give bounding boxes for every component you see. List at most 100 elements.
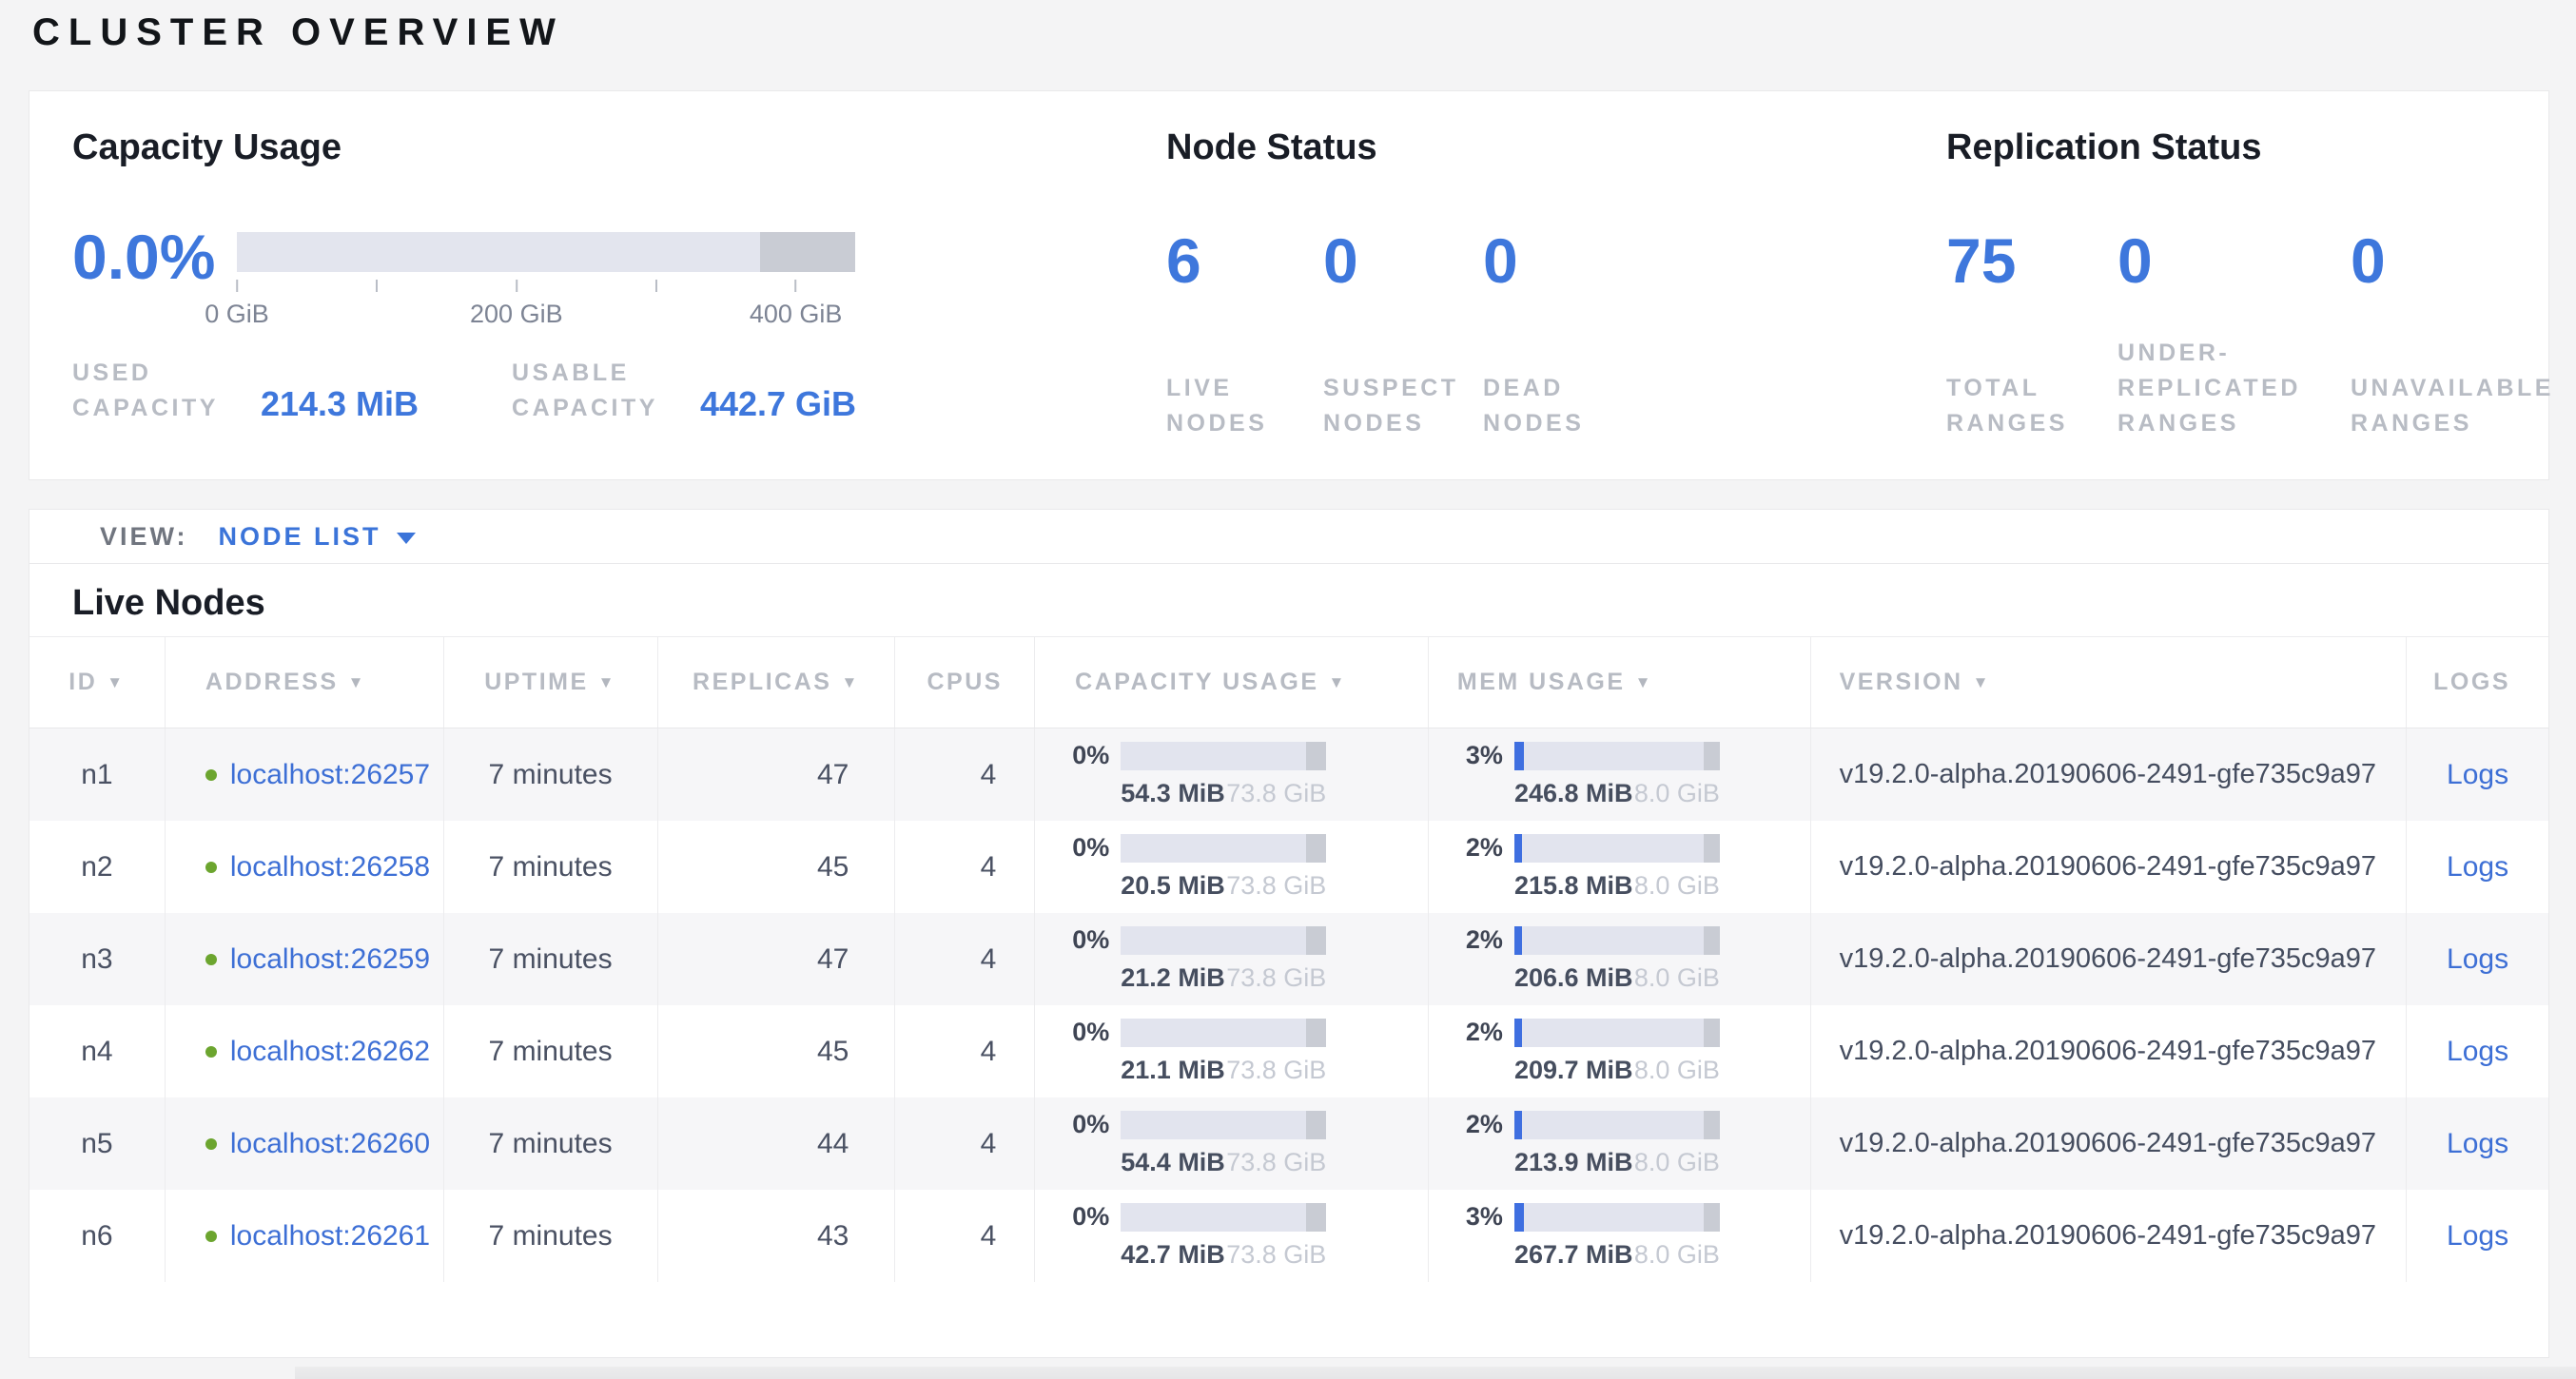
node-logs-cell: Logs: [2407, 728, 2548, 821]
capacity-bar-track: [237, 232, 855, 272]
node-uptime-cell: 7 minutes: [444, 1005, 658, 1097]
node-logs-cell: Logs: [2407, 1005, 2548, 1097]
mem-usage-bar: 3% 246.8 MiB 8.0 GiB: [1429, 741, 1810, 808]
node-capacity-usage-cell: 0% 54.4 MiB 73.8 GiB: [1035, 1097, 1429, 1190]
used-capacity-label: USED CAPACITY: [72, 356, 219, 426]
table-row: n3 localhost:26259 7 minutes 47 4 0% 21.…: [29, 913, 2548, 1005]
mem-usage-bar: 2% 213.9 MiB 8.0 GiB: [1429, 1110, 1810, 1177]
node-id-cell: n4: [29, 1005, 166, 1097]
capacity-usage-section: Capacity Usage 0.0% 0 GiB200 GiB400 GiB …: [72, 91, 1138, 479]
node-replicas-cell: 44: [658, 1097, 896, 1190]
axis-tick: 0 GiB: [205, 280, 269, 329]
column-header-cpus: CPUS: [895, 637, 1035, 728]
node-uptime-cell: 7 minutes: [444, 728, 658, 821]
node-live-dot-icon: [205, 862, 217, 873]
sort-arrow-icon: ▼: [1973, 673, 1991, 692]
node-address-cell: localhost:26257: [166, 728, 444, 821]
logs-link[interactable]: Logs: [2447, 1036, 2508, 1068]
mem-bar-track: [1514, 1111, 1720, 1139]
node-capacity-usage-cell: 0% 54.3 MiB 73.8 GiB: [1035, 728, 1429, 821]
node-replicas-cell: 47: [658, 913, 896, 1005]
node-uptime-cell: 7 minutes: [444, 913, 658, 1005]
column-header-id[interactable]: ID▼: [29, 637, 166, 728]
capacity-usage-bar: 0% 42.7 MiB 73.8 GiB: [1035, 1202, 1428, 1270]
node-id-cell: n6: [29, 1190, 166, 1282]
sort-arrow-icon: ▼: [107, 673, 125, 692]
node-address-cell: localhost:26262: [166, 1005, 444, 1097]
axis-tick-mark: [376, 280, 378, 292]
node-version-cell: v19.2.0-alpha.20190606-2491-gfe735c9a97: [1811, 1005, 2408, 1097]
node-mem-usage-cell: 2% 213.9 MiB 8.0 GiB: [1429, 1097, 1811, 1190]
live-nodes-table: ID▼ ADDRESS▼ UPTIME▼ REPLICAS▼ CPUS CAPA…: [29, 636, 2548, 1282]
node-address-link[interactable]: localhost:26262: [230, 1036, 430, 1068]
capacity-axis: 0 GiB200 GiB400 GiB: [237, 272, 855, 329]
under-replicated-ranges-label: UNDER- REPLICATED RANGES: [2117, 336, 2351, 441]
logs-link[interactable]: Logs: [2447, 1220, 2508, 1253]
column-header-label: CPUS: [927, 669, 1003, 696]
capacity-bar-track: [1121, 1111, 1326, 1139]
node-address-link[interactable]: localhost:26260: [230, 1128, 430, 1160]
node-address-link[interactable]: localhost:26261: [230, 1220, 430, 1253]
mem-usage-bar: 2% 215.8 MiB 8.0 GiB: [1429, 833, 1810, 901]
column-header-uptime[interactable]: UPTIME▼: [444, 637, 658, 728]
capacity-usage-bar: 0% 54.3 MiB 73.8 GiB: [1035, 741, 1428, 808]
node-id-cell: n2: [29, 821, 166, 913]
suspect-nodes-count: 0: [1323, 224, 1483, 297]
column-header-replicas[interactable]: REPLICAS▼: [658, 637, 896, 728]
node-mem-usage-cell: 2% 215.8 MiB 8.0 GiB: [1429, 821, 1811, 913]
dropdown-arrow-icon: [397, 533, 416, 544]
node-version-cell: v19.2.0-alpha.20190606-2491-gfe735c9a97: [1811, 728, 2408, 821]
node-address-link[interactable]: localhost:26259: [230, 943, 430, 976]
node-id-cell: n3: [29, 913, 166, 1005]
capacity-usage-bar: 0% 21.2 MiB 73.8 GiB: [1035, 925, 1428, 993]
node-list-dropdown[interactable]: NODE LIST: [219, 522, 416, 552]
live-nodes-label: LIVE NODES: [1166, 371, 1323, 441]
node-version-cell: v19.2.0-alpha.20190606-2491-gfe735c9a97: [1811, 1097, 2408, 1190]
node-capacity-usage-cell: 0% 21.1 MiB 73.8 GiB: [1035, 1005, 1429, 1097]
table-row: n5 localhost:26260 7 minutes 44 4 0% 54.…: [29, 1097, 2548, 1190]
node-id-cell: n1: [29, 728, 166, 821]
column-header-capacity-usage[interactable]: CAPACITY USAGE▼: [1035, 637, 1429, 728]
replication-status-section: Replication Status 75 TOTAL RANGES 0 UND…: [1946, 91, 2536, 479]
capacity-bar-chart: 0 GiB200 GiB400 GiB: [237, 232, 855, 329]
logs-link[interactable]: Logs: [2447, 759, 2508, 791]
capacity-usage-bar: 0% 54.4 MiB 73.8 GiB: [1035, 1110, 1428, 1177]
sort-arrow-icon: ▼: [348, 673, 366, 692]
logs-link[interactable]: Logs: [2447, 1128, 2508, 1160]
used-capacity-value: 214.3 MiB: [261, 384, 419, 426]
mem-bar-track: [1514, 1203, 1720, 1232]
node-status-section: Node Status 6 LIVE NODES 0 SUSPECT NODES…: [1166, 91, 1889, 479]
dead-nodes-stat: 0 DEAD NODES: [1483, 224, 1654, 441]
node-replicas-cell: 47: [658, 728, 896, 821]
mem-bar-track: [1514, 742, 1720, 770]
sort-arrow-icon: ▼: [1635, 673, 1653, 692]
table-row: n4 localhost:26262 7 minutes 45 4 0% 21.…: [29, 1005, 2548, 1097]
node-uptime-cell: 7 minutes: [444, 1190, 658, 1282]
column-header-address[interactable]: ADDRESS▼: [166, 637, 444, 728]
total-ranges-stat: 75 TOTAL RANGES: [1946, 224, 2117, 441]
node-uptime-cell: 7 minutes: [444, 1097, 658, 1190]
capacity-bar-track: [1121, 834, 1326, 863]
node-replicas-cell: 43: [658, 1190, 896, 1282]
column-header-mem-usage[interactable]: MEM USAGE ▼: [1429, 637, 1811, 728]
capacity-bar-track: [1121, 1203, 1326, 1232]
node-live-dot-icon: [205, 1231, 217, 1242]
axis-tick-label: 400 GiB: [750, 300, 843, 329]
capacity-bar-track: [1121, 742, 1326, 770]
bottom-shadow-strip: [295, 1367, 2576, 1379]
node-address-cell: localhost:26261: [166, 1190, 444, 1282]
capacity-usage-bar: 0% 20.5 MiB 73.8 GiB: [1035, 833, 1428, 901]
column-header-label: MEM USAGE: [1457, 669, 1626, 696]
column-header-version[interactable]: VERSION▼: [1811, 637, 2408, 728]
logs-link[interactable]: Logs: [2447, 851, 2508, 884]
node-address-link[interactable]: localhost:26258: [230, 851, 430, 884]
live-nodes-rows: n1 localhost:26257 7 minutes 47 4 0% 54.…: [29, 728, 2548, 1282]
node-address-link[interactable]: localhost:26257: [230, 759, 430, 791]
column-header-label: CAPACITY USAGE: [1075, 669, 1318, 696]
node-cpus-cell: 4: [895, 728, 1035, 821]
node-logs-cell: Logs: [2407, 1190, 2548, 1282]
axis-tick: 400 GiB: [750, 280, 843, 329]
logs-link[interactable]: Logs: [2447, 943, 2508, 976]
node-version-cell: v19.2.0-alpha.20190606-2491-gfe735c9a97: [1811, 913, 2408, 1005]
column-header-label: LOGS: [2433, 669, 2510, 696]
